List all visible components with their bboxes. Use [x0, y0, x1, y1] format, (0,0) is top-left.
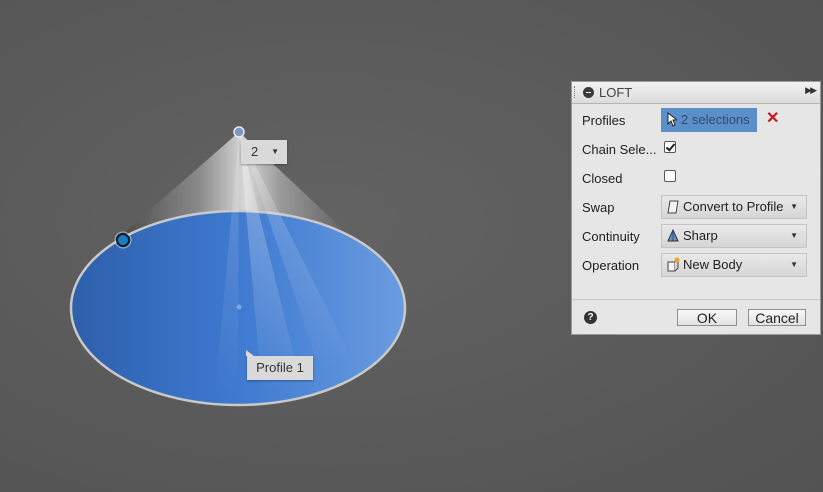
closed-label: Closed	[582, 171, 623, 186]
collapse-icon[interactable]	[583, 87, 594, 98]
cancel-button[interactable]: Cancel	[748, 309, 806, 326]
chain-selection-checkbox[interactable]	[664, 141, 676, 153]
continuity-value: Sharp	[683, 228, 718, 243]
drag-grip-icon[interactable]	[574, 86, 577, 98]
help-icon[interactable]: ?	[584, 311, 597, 324]
continuity-dropdown[interactable]: Sharp ▼	[661, 224, 807, 248]
point-count-value: 2	[251, 144, 259, 159]
closed-checkbox[interactable]	[664, 170, 676, 182]
profile-tooltip: Profile 1	[246, 350, 313, 380]
edge-handle	[116, 233, 130, 247]
apex-point	[233, 126, 245, 138]
sharp-icon	[667, 228, 679, 242]
clear-selection-icon[interactable]: ✕	[766, 109, 779, 129]
dialog-title: LOFT	[599, 85, 633, 100]
chevron-down-icon: ▼	[790, 231, 798, 240]
loft-dialog: LOFT ▶▶ Profiles 2 selections ✕ Chain Se…	[571, 81, 821, 335]
operation-label: Operation	[582, 258, 640, 273]
swap-dropdown[interactable]: Convert to Profile ▼	[661, 195, 807, 219]
center-point	[236, 304, 242, 310]
dialog-divider	[572, 299, 820, 300]
chain-selection-label: Chain Sele...	[582, 142, 657, 157]
point-count-dropdown[interactable]: 2 ▼	[241, 140, 287, 164]
operation-dropdown[interactable]: New Body ▼	[661, 253, 807, 277]
profiles-label: Profiles	[582, 113, 626, 128]
new-body-icon	[667, 257, 680, 272]
chevron-down-icon: ▼	[790, 202, 798, 211]
profile-icon	[667, 200, 679, 214]
expand-icon[interactable]: ▶▶	[805, 85, 817, 96]
continuity-label: Continuity	[582, 229, 640, 244]
dialog-titlebar[interactable]: LOFT ▶▶	[572, 82, 820, 104]
swap-value: Convert to Profile	[683, 199, 784, 214]
cursor-icon	[667, 112, 677, 127]
ok-button[interactable]: OK	[677, 309, 737, 326]
profiles-selection-button[interactable]: 2 selections	[661, 108, 757, 132]
chevron-down-icon: ▼	[790, 260, 798, 269]
operation-value: New Body	[683, 257, 743, 272]
swap-label: Swap	[582, 200, 615, 215]
chevron-down-icon: ▼	[271, 147, 279, 156]
profiles-selection-value: 2 selections	[681, 112, 750, 127]
